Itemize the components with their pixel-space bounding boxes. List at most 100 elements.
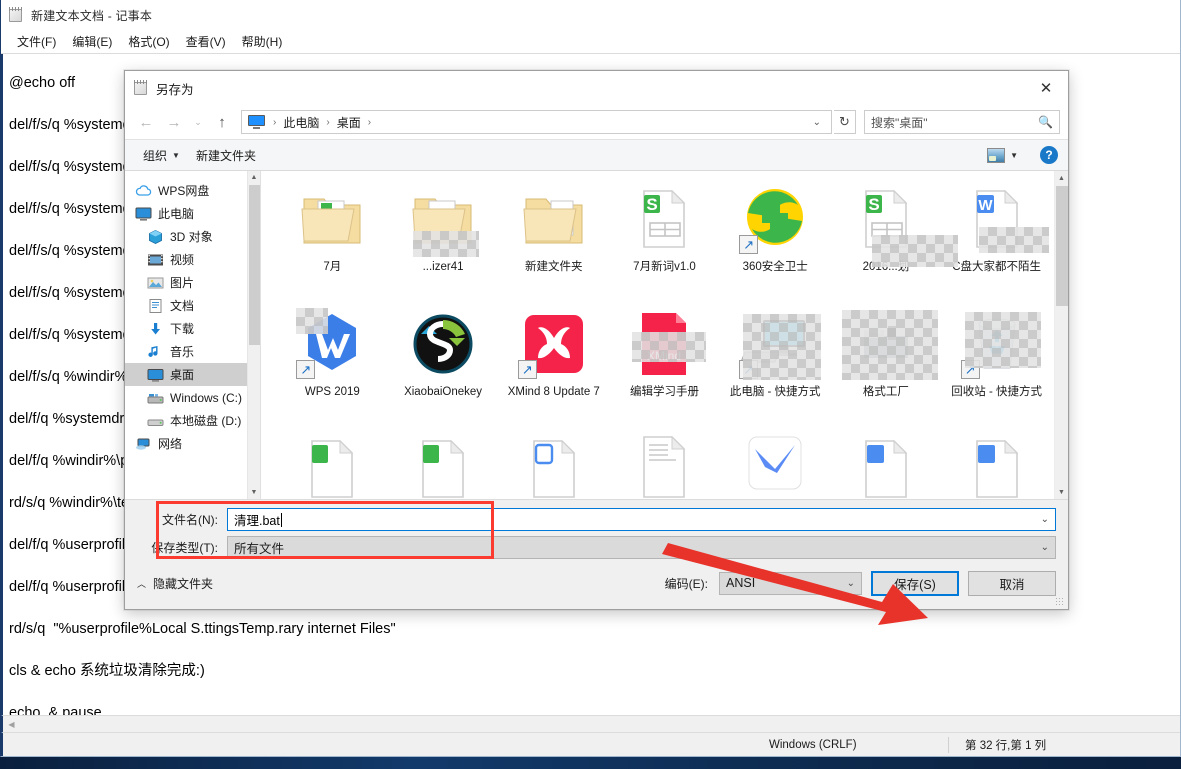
file-item[interactable]: XiaobaiOnekey (388, 302, 499, 427)
wps-spreadsheet-icon: S (628, 183, 700, 255)
file-item[interactable]: ↗ 此电脑 - 快捷方式 (720, 302, 831, 427)
file-item[interactable]: 7月 (277, 177, 388, 302)
file-item[interactable]: W C盘大家都不陌生 (941, 177, 1052, 302)
shortcut-arrow-icon: ↗ (961, 360, 980, 379)
sidebar-item-pictures[interactable]: 图片 (125, 271, 260, 294)
file-item[interactable]: ↗ WPS 2019 (277, 302, 388, 427)
folder-icon (407, 183, 479, 255)
scroll-down-icon[interactable]: ▼ (1055, 485, 1068, 499)
sidebar-item-3d-objects[interactable]: 3D 对象 (125, 225, 260, 248)
file-item[interactable]: ↗ 360安全卫士 (720, 177, 831, 302)
sidebar-item-local-disk-d[interactable]: 本地磁盘 (D:) (125, 409, 260, 432)
sidebar-item-this-pc[interactable]: 此电脑 (125, 202, 260, 225)
file-item[interactable] (941, 427, 1052, 499)
file-item[interactable]: ↗ 回收站 - 快捷方式 (941, 302, 1052, 427)
change-view-button[interactable]: ▼ (979, 144, 1026, 167)
menu-edit[interactable]: 编辑(E) (64, 31, 120, 52)
computer-icon (135, 206, 152, 222)
file-list-scrollbar[interactable]: ▲ ▼ (1054, 171, 1068, 499)
scroll-left-icon[interactable]: ◀ (3, 716, 20, 733)
file-item[interactable]: 格式工厂 (831, 302, 942, 427)
footer-actions: 编码(E): ANSI ⌄ 保存(S) 取消 (665, 571, 1056, 596)
search-input[interactable]: 搜索"桌面" 🔍 (864, 110, 1060, 134)
horizontal-scrollbar[interactable]: ◀ (1, 715, 1180, 732)
organize-label: 组织 (143, 147, 167, 164)
chevron-down-icon[interactable]: ⌄ (847, 578, 855, 589)
chevron-down-icon[interactable]: ⌄ (1041, 514, 1049, 525)
address-bar[interactable]: › 此电脑 › 桌面 › ⌄ (241, 110, 832, 134)
scrollbar-thumb[interactable] (1056, 186, 1068, 306)
file-item[interactable]: ↗ XMind 8 Update 7 (498, 302, 609, 427)
scroll-down-icon[interactable]: ▼ (248, 486, 260, 499)
file-item[interactable] (388, 427, 499, 499)
save-button[interactable]: 保存(S) (871, 571, 959, 596)
file-item[interactable] (498, 427, 609, 499)
scroll-up-icon[interactable]: ▲ (1055, 171, 1068, 185)
chevron-down-icon[interactable]: ⌄ (1041, 542, 1049, 553)
file-item[interactable] (277, 427, 388, 499)
organize-button[interactable]: 组织 ▼ (135, 143, 188, 168)
cancel-button[interactable]: 取消 (968, 571, 1056, 596)
encoding-value: ANSI (726, 576, 755, 590)
status-cursor-position: 第 32 行,第 1 列 (948, 737, 1180, 753)
chevron-down-icon[interactable]: ⌄ (807, 117, 827, 128)
sidebar-item-documents[interactable]: 文档 (125, 294, 260, 317)
sidebar-item-downloads[interactable]: 下载 (125, 317, 260, 340)
scroll-up-icon[interactable]: ▲ (248, 171, 260, 184)
resize-grip[interactable] (1055, 597, 1065, 607)
file-item[interactable] (831, 427, 942, 499)
computer-large-icon: ↗ (739, 308, 811, 380)
encoding-select[interactable]: ANSI ⌄ (719, 572, 862, 595)
search-icon[interactable]: 🔍 (1038, 115, 1053, 129)
network-icon (135, 436, 152, 452)
hide-folders-toggle[interactable]: ︿ 隐藏文件夹 (137, 575, 213, 592)
filetype-value: 所有文件 (234, 538, 284, 557)
forward-icon[interactable]: → (161, 109, 187, 135)
breadcrumb-separator: › (268, 117, 281, 128)
sidebar-item-music[interactable]: 音乐 (125, 340, 260, 363)
sidebar-item-network[interactable]: 网络 (125, 432, 260, 455)
cloud-icon (135, 183, 152, 199)
file-item[interactable]: ...izer41 (388, 177, 499, 302)
menu-view[interactable]: 查看(V) (178, 31, 234, 52)
file-item[interactable]: XMind 编辑学习手册 (609, 302, 720, 427)
file-item[interactable]: S 7月新词v1.0 (609, 177, 720, 302)
file-item[interactable] (720, 427, 831, 499)
wps-spreadsheet-icon (296, 433, 368, 499)
file-item[interactable] (609, 427, 720, 499)
help-icon[interactable]: ? (1040, 146, 1058, 164)
file-item[interactable]: 新建文件夹 (498, 177, 609, 302)
xmind-icon: ↗ (518, 308, 590, 380)
filetype-select[interactable]: 所有文件 ⌄ (227, 536, 1056, 559)
sidebar-label: 3D 对象 (170, 228, 213, 245)
file-label: 回收站 - 快捷方式 (951, 385, 1042, 400)
scrollbar-thumb[interactable] (249, 185, 260, 345)
close-icon[interactable]: ✕ (1024, 73, 1068, 103)
hide-folders-label: 隐藏文件夹 (153, 575, 213, 592)
refresh-icon[interactable]: ↻ (834, 110, 856, 134)
sidebar-label: 音乐 (170, 343, 194, 360)
sidebar-scrollbar[interactable]: ▲ ▼ (247, 171, 260, 499)
menu-help[interactable]: 帮助(H) (234, 31, 291, 52)
new-folder-button[interactable]: 新建文件夹 (188, 143, 264, 168)
breadcrumb-desktop[interactable]: 桌面 (335, 114, 363, 131)
sidebar-item-wps-cloud[interactable]: WPS网盘 (125, 179, 260, 202)
filetype-row: 保存类型(T): 所有文件 ⌄ (137, 535, 1056, 560)
sidebar-item-windows-c[interactable]: Windows (C:) (125, 386, 260, 409)
sidebar-item-videos[interactable]: 视频 (125, 248, 260, 271)
menu-format[interactable]: 格式(O) (120, 31, 177, 52)
file-list-pane[interactable]: 7月 ...izer41 新建文件夹 (260, 171, 1068, 499)
hdd-icon (147, 413, 164, 429)
svg-text:S: S (647, 195, 658, 214)
back-icon[interactable]: ← (133, 109, 159, 135)
notepad-menubar: 文件(F) 编辑(E) 格式(O) 查看(V) 帮助(H) (1, 30, 1180, 54)
file-item[interactable]: S 2016...划 (831, 177, 942, 302)
recent-locations-icon[interactable]: ⌄ (189, 109, 207, 135)
breadcrumb-this-pc[interactable]: 此电脑 (281, 114, 321, 131)
up-icon[interactable]: ↑ (209, 109, 235, 135)
filename-input[interactable]: 清理.bat ⌄ (227, 508, 1056, 531)
menu-file[interactable]: 文件(F) (9, 31, 64, 52)
sidebar-item-desktop[interactable]: 桌面 (125, 363, 260, 386)
dialog-body: WPS网盘 此电脑 3D 对象 视频 (125, 171, 1068, 499)
wps-spreadsheet-icon (407, 433, 479, 499)
